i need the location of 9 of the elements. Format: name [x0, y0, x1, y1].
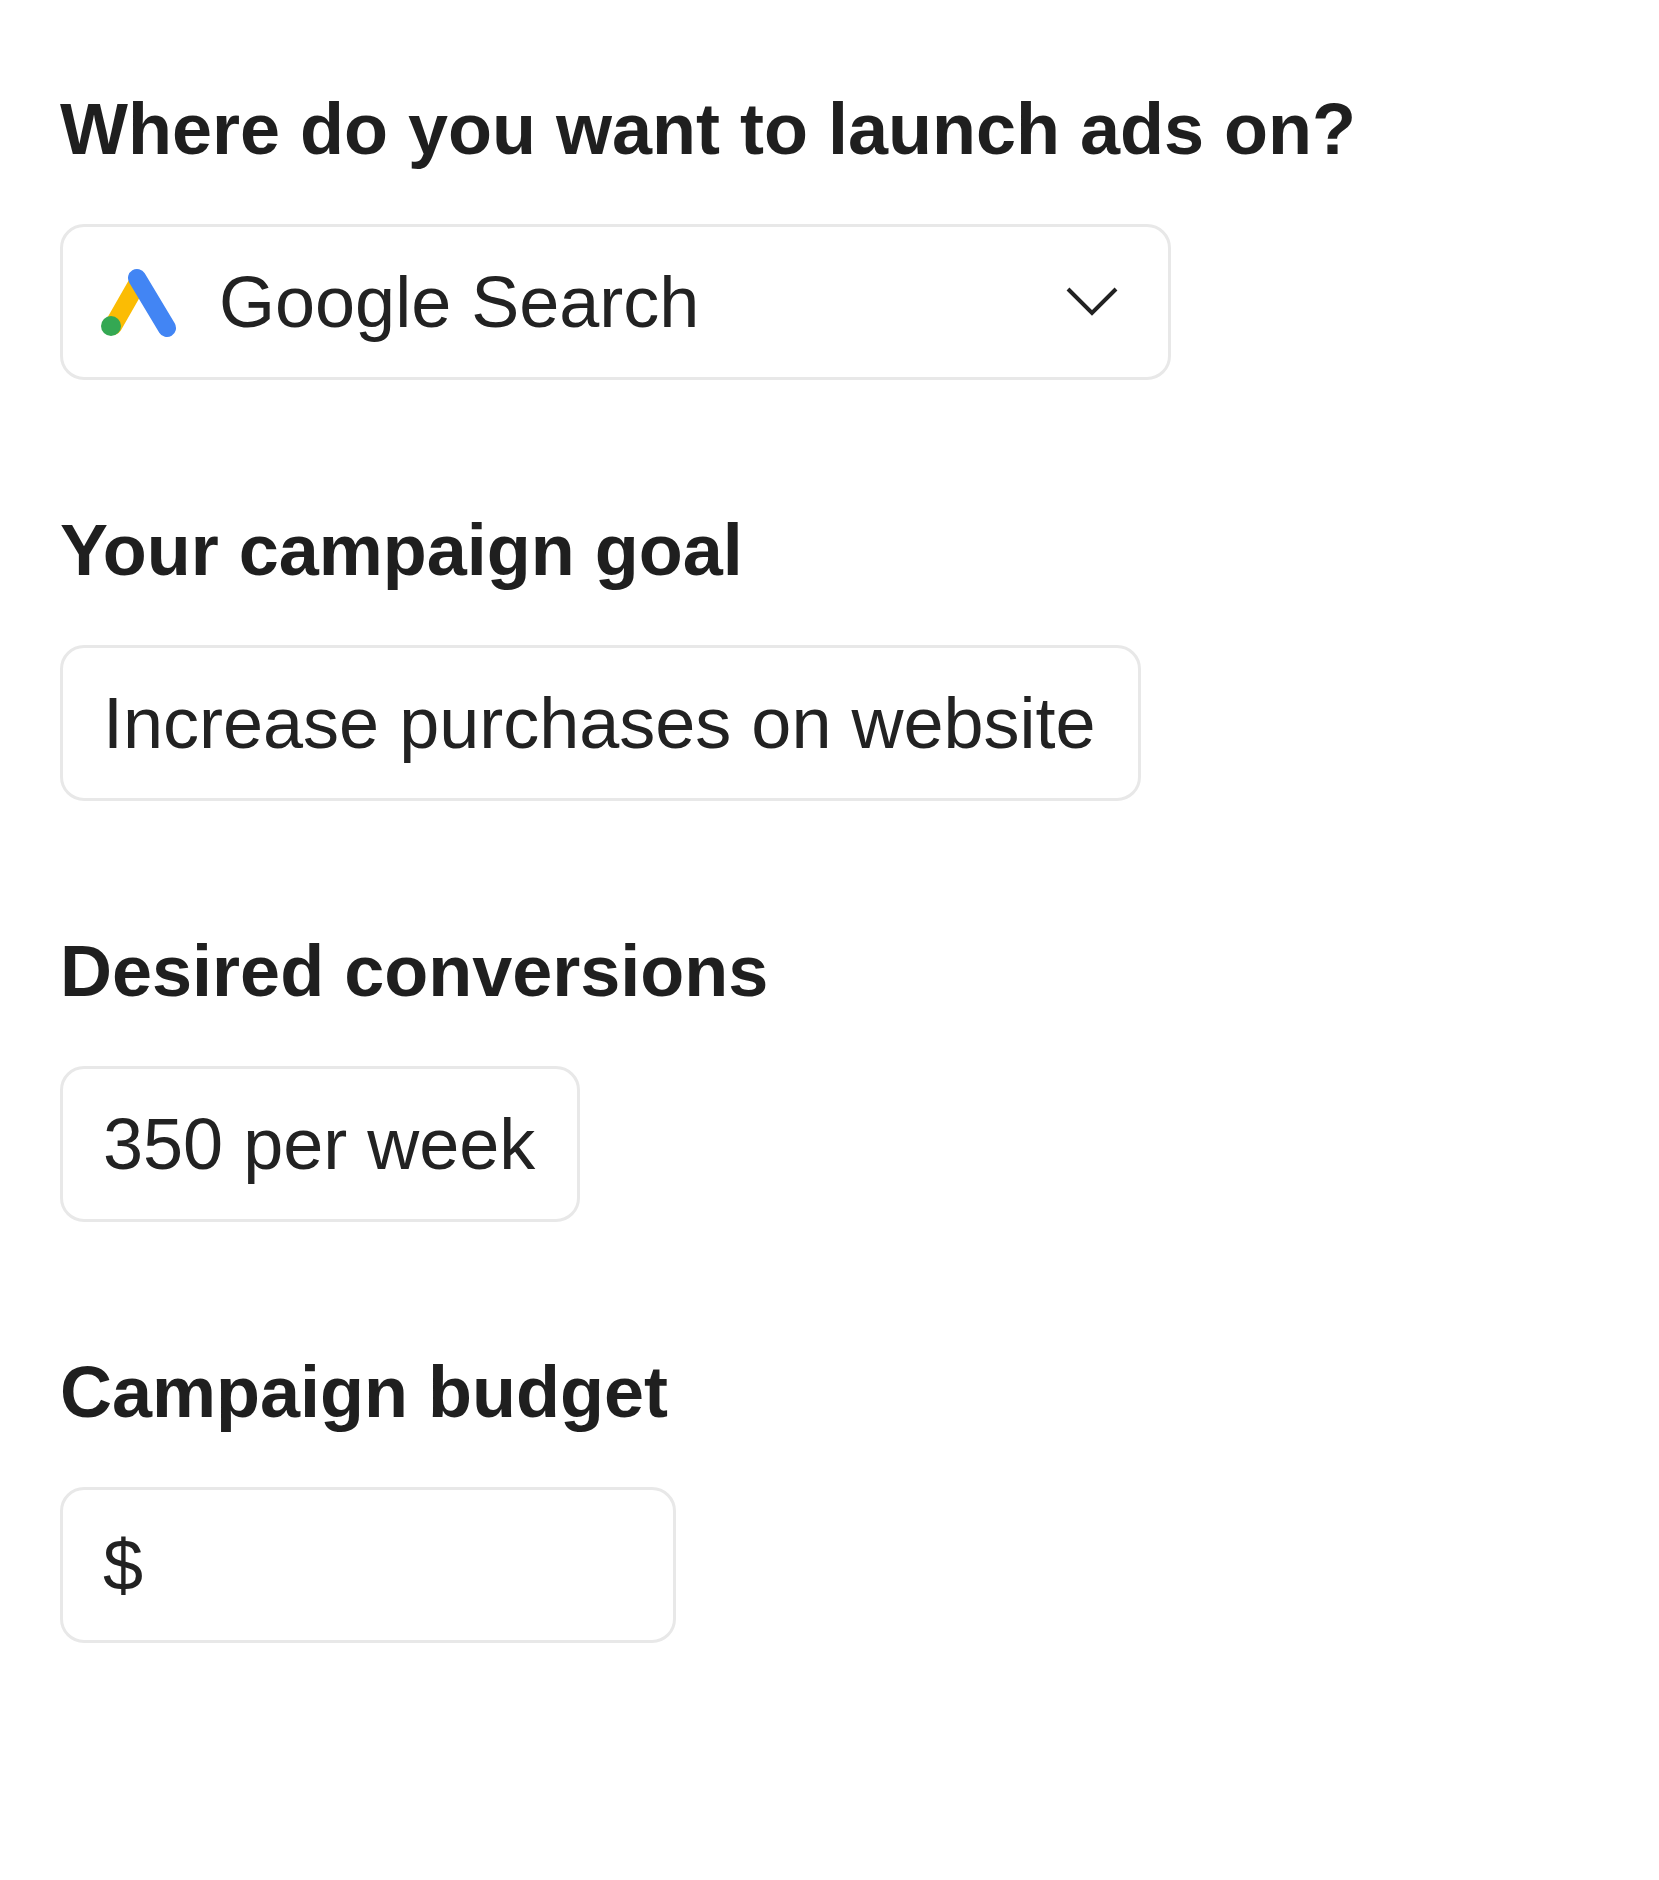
text-field[interactable]: Increase purchases on website	[60, 645, 1141, 801]
budget-field[interactable]: $	[60, 1487, 676, 1643]
field-label: Desired conversions	[60, 930, 769, 1013]
chevron-down-icon	[1066, 287, 1118, 317]
field-label: Where do you want to launch ads on?	[60, 88, 1357, 171]
platform-dropdown[interactable]: Google Search	[60, 224, 1171, 380]
text-field[interactable]: 350 per week	[60, 1066, 581, 1222]
field-label: Your campaign goal	[60, 509, 743, 592]
field-label: Campaign budget	[60, 1351, 668, 1434]
